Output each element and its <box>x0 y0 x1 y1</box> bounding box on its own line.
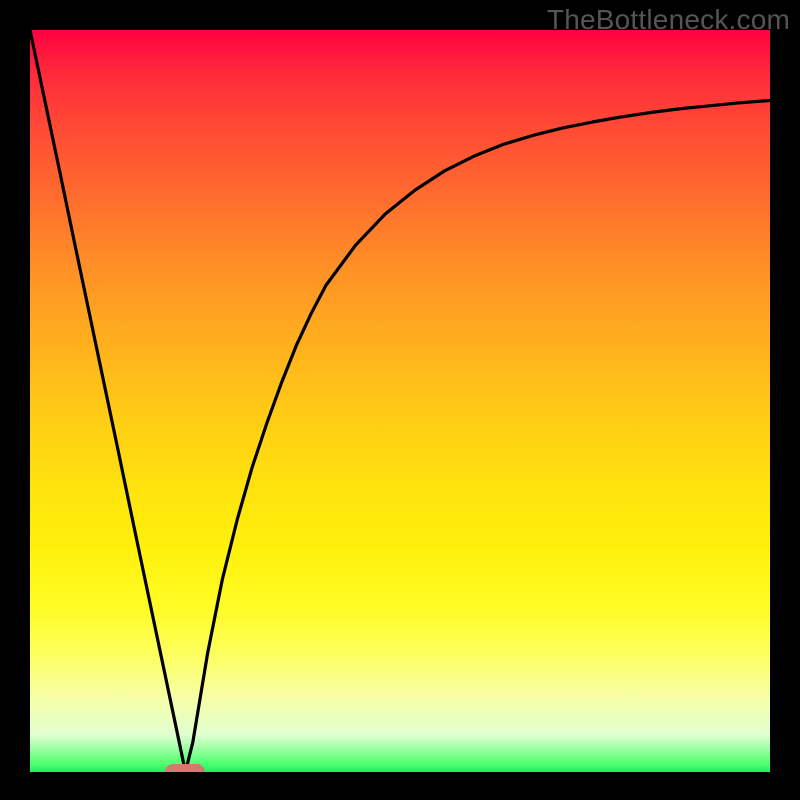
chart-frame: TheBottleneck.com <box>0 0 800 800</box>
watermark-text: TheBottleneck.com <box>547 4 790 36</box>
plot-area <box>30 30 770 772</box>
bottleneck-curve <box>30 30 770 772</box>
minimum-marker <box>165 764 205 772</box>
